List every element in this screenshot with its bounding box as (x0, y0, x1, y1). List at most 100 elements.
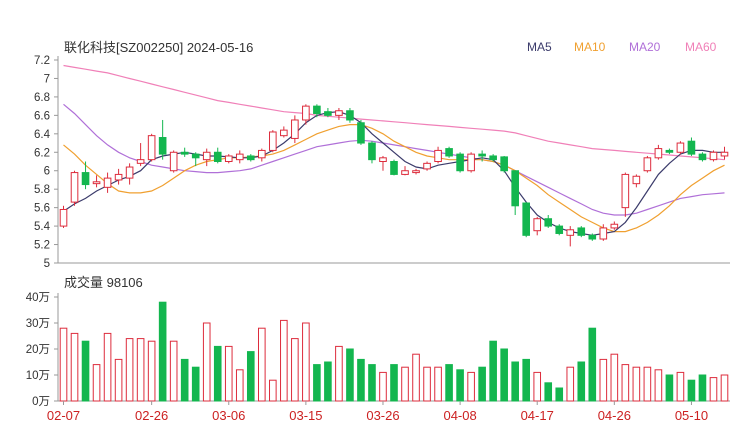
candle-body (103, 177, 112, 188)
legend-ma10: MA10 (574, 40, 606, 54)
volume-bar (610, 353, 619, 402)
candle (467, 152, 475, 173)
candle (169, 150, 178, 173)
volume-bar (544, 382, 553, 402)
volume-bar (92, 364, 101, 402)
candle-body (478, 153, 486, 157)
volume-bar (412, 353, 420, 402)
candle-body (302, 105, 310, 121)
volume-bar (423, 366, 431, 402)
candle (346, 107, 354, 123)
volume-bar (235, 369, 244, 402)
volume-bar (379, 371, 387, 402)
candle (379, 155, 387, 171)
price-plot (59, 64, 729, 247)
volume-bar (665, 374, 674, 402)
volume-bar (257, 327, 266, 402)
candle-body (357, 122, 365, 144)
volume-bar (621, 364, 630, 402)
candle (103, 172, 112, 193)
date-tick-label: 04-17 (521, 408, 554, 423)
price-tick-label: 5.8 (34, 184, 50, 196)
candle (357, 119, 365, 145)
volume-bar (698, 374, 707, 402)
volume-bar (709, 377, 718, 402)
candle-body (213, 151, 222, 162)
candle (533, 216, 542, 236)
candle (180, 147, 189, 157)
candle (246, 154, 255, 162)
volume-bar (125, 338, 134, 402)
volume-bar (478, 366, 486, 402)
candle (213, 147, 222, 164)
price-tick-label: 7 (44, 73, 50, 85)
volume-bar (720, 374, 729, 402)
candle-body (522, 202, 531, 236)
price-tick-label: 5.2 (34, 240, 50, 252)
volume-tick-label: 10万 (26, 370, 50, 382)
candle-body (654, 148, 663, 159)
candle-body (390, 161, 398, 175)
candle-body (246, 155, 255, 161)
candle-body (555, 225, 564, 234)
volume-bar (643, 366, 652, 402)
candle-body (456, 153, 464, 172)
candle-body (489, 155, 497, 161)
volume-bar (687, 379, 696, 402)
candle (566, 226, 575, 247)
volume-tick-label: 0万 (32, 396, 50, 408)
date-tick-label: 03-15 (289, 408, 322, 423)
legend: MA5 MA10 MA20 MA60 (527, 40, 717, 54)
volume-title: 成交量 98106 (64, 275, 143, 290)
legend-ma20: MA20 (629, 40, 661, 54)
volume-bar (191, 366, 200, 402)
candle (676, 141, 685, 155)
volume-tick-label: 40万 (26, 292, 50, 304)
date-axis: 02-07 02-26 03-06 03-15 03-26 04-08 04-17 04-26… (47, 401, 708, 423)
candle (235, 150, 244, 164)
candle (632, 174, 641, 188)
candle-body (434, 149, 442, 163)
volume-bar (180, 358, 189, 402)
candle-body (180, 151, 189, 155)
candle (136, 143, 145, 167)
volume-bar (147, 340, 156, 402)
candle (257, 148, 266, 162)
candle (92, 175, 101, 188)
candle (423, 161, 431, 171)
volume-bar (467, 371, 475, 402)
candle-body (379, 157, 387, 163)
candle-body (511, 170, 519, 207)
volume-bar (202, 322, 211, 402)
candle (412, 168, 420, 175)
volume-bar (676, 371, 685, 402)
candle (489, 154, 497, 162)
candle-body (81, 172, 90, 186)
candle-body (467, 153, 475, 172)
candle-body (191, 153, 200, 159)
price-tick-label: 6.4 (34, 129, 51, 141)
candle-body (676, 142, 685, 153)
price-tick-label: 6 (44, 166, 50, 178)
candle (81, 161, 90, 190)
legend-ma60: MA60 (685, 40, 717, 54)
volume-bar (599, 358, 608, 402)
volume-bar (456, 369, 464, 402)
candle-body (687, 140, 696, 155)
candle (555, 224, 564, 236)
volume-bar (280, 319, 288, 402)
candle-body (257, 149, 266, 159)
date-tick-label: 03-06 (212, 408, 245, 423)
candle (202, 148, 211, 167)
candle-body (291, 119, 299, 139)
volume-bar (401, 366, 409, 402)
volume-bar (224, 345, 233, 402)
candle-body (269, 131, 277, 151)
volume-bar (489, 340, 497, 402)
price-tick-label: 6.2 (34, 147, 50, 159)
candle-body (147, 135, 156, 161)
candle (70, 170, 79, 206)
candle-body (632, 175, 641, 185)
candle-body (346, 110, 354, 121)
candle (665, 148, 674, 155)
